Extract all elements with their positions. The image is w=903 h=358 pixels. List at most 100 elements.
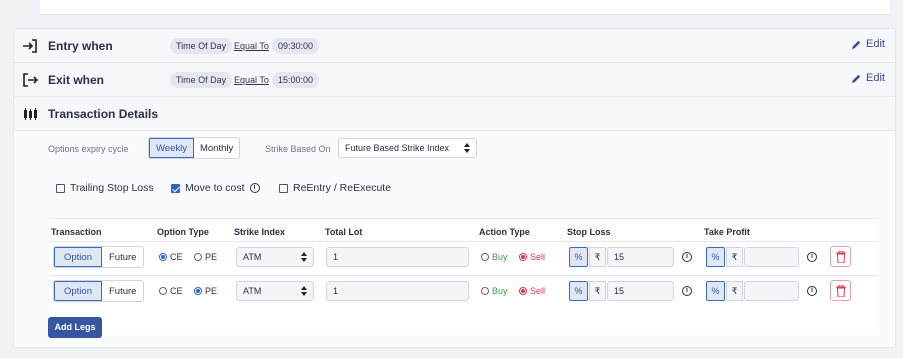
take-profit-percent-toggle[interactable]: % xyxy=(706,281,725,301)
stop-loss-info-icon[interactable]: i xyxy=(682,252,692,262)
option-pe-radio[interactable]: PE xyxy=(194,286,217,296)
strike-index-select[interactable]: ATM xyxy=(236,281,314,301)
ce-label: CE xyxy=(170,252,183,262)
checkbox-box-checked[interactable] xyxy=(171,183,180,193)
exit-edit-button[interactable]: Edit xyxy=(851,72,885,84)
option-pe-radio[interactable]: PE xyxy=(194,252,217,262)
radio-dot[interactable] xyxy=(194,253,202,261)
stop-loss-input[interactable]: 15 xyxy=(607,247,674,267)
pencil-icon xyxy=(851,40,861,49)
action-buy-radio[interactable]: Buy xyxy=(481,286,508,296)
action-buy-radio[interactable]: Buy xyxy=(481,252,508,262)
take-profit-input[interactable] xyxy=(744,281,799,301)
option-ce-radio[interactable]: CE xyxy=(159,286,183,296)
trash-icon xyxy=(836,251,846,263)
pe-label: PE xyxy=(205,252,218,262)
total-lot-input[interactable]: 1 xyxy=(326,281,469,301)
radio-dot[interactable] xyxy=(481,253,489,261)
transaction-option-button[interactable]: Option xyxy=(54,281,102,301)
action-sell-radio[interactable]: Sell xyxy=(519,286,545,296)
take-profit-percent-toggle[interactable]: % xyxy=(706,247,725,267)
take-profit-rupee-toggle[interactable]: ₹ xyxy=(726,281,743,301)
exit-value-chip: 15:00:00 xyxy=(272,72,320,88)
radio-dot[interactable] xyxy=(481,287,489,295)
transaction-future-button[interactable]: Future xyxy=(102,247,143,267)
exit-operator-link[interactable]: Equal To xyxy=(234,72,269,88)
strike-index-select[interactable]: ATM xyxy=(236,247,314,267)
stop-loss-input[interactable]: 15 xyxy=(607,281,674,301)
login-icon xyxy=(23,39,37,53)
take-profit-info-icon[interactable]: i xyxy=(807,286,817,296)
stop-loss-percent-toggle[interactable]: % xyxy=(569,247,588,267)
expiry-weekly-button[interactable]: Weekly xyxy=(149,138,194,158)
radio-dot[interactable] xyxy=(159,287,167,295)
entry-edit-button[interactable]: Edit xyxy=(851,38,885,50)
stop-loss-rupee-toggle[interactable]: ₹ xyxy=(589,281,606,301)
transaction-title: Transaction Details xyxy=(48,107,159,121)
strike-based-select[interactable]: Future Based Strike Index xyxy=(338,138,477,158)
table-row: Option Future CE PE ATM 1 Buy Sell % ₹ 1… xyxy=(49,275,879,305)
header-action-type: Action Type xyxy=(479,227,530,237)
strategy-panel: Entry when Time Of Day Equal To 09:30:00… xyxy=(13,28,896,348)
entry-row: Entry when Time Of Day Equal To 09:30:00… xyxy=(14,29,895,63)
entry-title: Entry when xyxy=(48,39,113,53)
radio-dot[interactable] xyxy=(159,253,167,261)
radio-dot[interactable] xyxy=(194,287,202,295)
stop-loss-rupee-toggle[interactable]: ₹ xyxy=(589,247,606,267)
add-legs-button[interactable]: Add Legs xyxy=(48,317,102,338)
total-lot-value: 1 xyxy=(333,286,339,296)
strike-based-value: Future Based Strike Index xyxy=(345,143,450,153)
trash-icon xyxy=(836,285,846,297)
sort-arrows-icon xyxy=(301,286,307,296)
exit-title: Exit when xyxy=(48,73,105,87)
take-profit-rupee-toggle[interactable]: ₹ xyxy=(726,247,743,267)
sell-label: Sell xyxy=(530,286,546,296)
total-lot-value: 1 xyxy=(333,252,339,262)
transaction-header: Transaction Details xyxy=(14,97,895,131)
candlestick-icon xyxy=(24,108,37,120)
expiry-toggle: Weekly Monthly xyxy=(148,137,241,159)
header-strike-index: Strike Index xyxy=(234,227,286,237)
action-sell-radio[interactable]: Sell xyxy=(519,252,545,262)
sort-arrows-icon xyxy=(464,143,470,153)
sell-label: Sell xyxy=(530,252,546,262)
checkbox-box[interactable] xyxy=(279,183,288,193)
header-transaction: Transaction xyxy=(51,227,102,237)
stop-loss-value: 15 xyxy=(614,286,625,296)
transaction-future-button[interactable]: Future xyxy=(102,281,143,301)
expiry-monthly-button[interactable]: Monthly xyxy=(194,138,239,158)
total-lot-input[interactable]: 1 xyxy=(326,247,469,267)
delete-leg-button[interactable] xyxy=(830,246,851,267)
strike-index-value: ATM xyxy=(243,286,262,296)
option-ce-radio[interactable]: CE xyxy=(159,252,183,262)
transaction-toggle: Option Future xyxy=(53,246,145,268)
expiry-label: Options expiry cycle xyxy=(48,144,129,154)
top-strip xyxy=(40,0,890,15)
take-profit-info-icon[interactable]: i xyxy=(807,252,817,262)
checkbox-box[interactable] xyxy=(56,183,65,193)
entry-operator-link[interactable]: Equal To xyxy=(234,38,269,54)
radio-dot[interactable] xyxy=(519,287,527,295)
reentry-checkbox[interactable]: ReEntry / ReExecute xyxy=(279,182,391,194)
header-take-profit: Take Profit xyxy=(704,227,750,237)
move-to-cost-label: Move to cost xyxy=(185,182,245,194)
ce-label: CE xyxy=(170,286,183,296)
radio-dot[interactable] xyxy=(519,253,527,261)
take-profit-input[interactable] xyxy=(744,247,799,267)
stop-loss-percent-toggle[interactable]: % xyxy=(569,281,588,301)
table-row: Option Future CE PE ATM 1 Buy Sell % ₹ 1… xyxy=(49,241,879,271)
exit-row: Exit when Time Of Day Equal To 15:00:00 … xyxy=(14,63,895,97)
trailing-stop-loss-checkbox[interactable]: Trailing Stop Loss xyxy=(56,182,154,194)
transaction-toggle: Option Future xyxy=(53,280,145,302)
move-to-cost-checkbox[interactable]: Move to cost i xyxy=(171,182,260,194)
exit-edit-label: Edit xyxy=(866,72,885,84)
header-stop-loss: Stop Loss xyxy=(567,227,611,237)
info-icon[interactable]: i xyxy=(249,183,260,193)
transaction-option-button[interactable]: Option xyxy=(54,247,102,267)
strike-based-label: Strike Based On xyxy=(265,144,331,154)
sort-arrows-icon xyxy=(301,252,307,262)
header-option-type: Option Type xyxy=(157,227,209,237)
delete-leg-button[interactable] xyxy=(830,280,851,301)
stop-loss-info-icon[interactable]: i xyxy=(682,286,692,296)
pencil-icon xyxy=(851,74,861,83)
